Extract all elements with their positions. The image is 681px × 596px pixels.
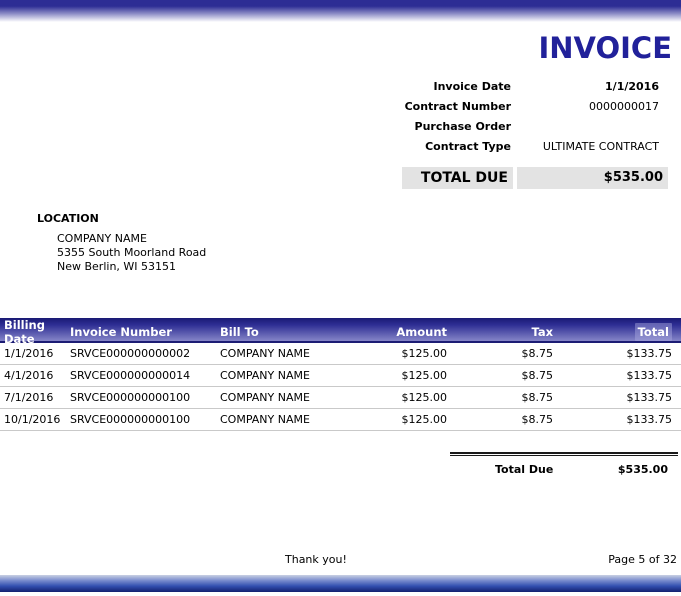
location-company: COMPANY NAME	[57, 232, 206, 246]
meta-row-invoice-date: Invoice Date 1/1/2016	[329, 76, 659, 96]
col-header-billing-date: Billing Date	[0, 318, 70, 346]
total-due-banner-label: TOTAL DUE	[402, 167, 513, 189]
cell-amount: $125.00	[336, 369, 447, 382]
cell-tax: $8.75	[447, 413, 553, 426]
cell-invoice-number: SRVCE000000000100	[70, 391, 220, 404]
cell-bill-to: COMPANY NAME	[220, 413, 336, 426]
cell-total: $133.75	[553, 391, 681, 404]
contract-type-value: ULTIMATE CONTRACT	[511, 140, 659, 153]
cell-total: $133.75	[553, 413, 681, 426]
col-header-invoice-number: Invoice Number	[70, 325, 220, 339]
contract-type-label: Contract Type	[329, 140, 511, 153]
summary-total-due-value: $535.00	[618, 463, 668, 476]
cell-invoice-number: SRVCE000000000100	[70, 413, 220, 426]
cell-amount: $125.00	[336, 347, 447, 360]
cell-tax: $8.75	[447, 347, 553, 360]
cell-amount: $125.00	[336, 391, 447, 404]
cell-invoice-number: SRVCE000000000014	[70, 369, 220, 382]
table-row: 7/1/2016 SRVCE000000000100 COMPANY NAME …	[0, 387, 681, 409]
summary-double-rule	[450, 452, 678, 456]
purchase-order-label: Purchase Order	[329, 120, 511, 133]
cell-billing-date: 10/1/2016	[0, 413, 70, 426]
col-header-amount: Amount	[336, 325, 447, 339]
table-row: 4/1/2016 SRVCE000000000014 COMPANY NAME …	[0, 365, 681, 387]
cell-total: $133.75	[553, 347, 681, 360]
cell-tax: $8.75	[447, 369, 553, 382]
contract-number-label: Contract Number	[329, 100, 511, 113]
table-row: 10/1/2016 SRVCE000000000100 COMPANY NAME…	[0, 409, 681, 431]
cell-bill-to: COMPANY NAME	[220, 347, 336, 360]
location-city-state-zip: New Berlin, WI 53151	[57, 260, 206, 274]
total-due-banner-value: $535.00	[517, 167, 668, 189]
billing-table: Billing Date Invoice Number Bill To Amou…	[0, 318, 681, 431]
cell-tax: $8.75	[447, 391, 553, 404]
location-street: 5355 South Moorland Road	[57, 246, 206, 260]
col-header-total: Total	[553, 323, 681, 341]
cell-total: $133.75	[553, 369, 681, 382]
col-header-bill-to: Bill To	[220, 325, 336, 339]
bottom-gradient-bar	[0, 575, 681, 592]
invoice-date-label: Invoice Date	[329, 80, 511, 93]
cell-invoice-number: SRVCE000000000002	[70, 347, 220, 360]
page-title: INVOICE	[538, 31, 672, 65]
meta-row-contract-type: Contract Type ULTIMATE CONTRACT	[329, 136, 659, 156]
cell-bill-to: COMPANY NAME	[220, 369, 336, 382]
location-address-block: COMPANY NAME 5355 South Moorland Road Ne…	[57, 232, 206, 274]
cell-amount: $125.00	[336, 413, 447, 426]
top-gradient-bar	[0, 0, 681, 22]
location-heading: LOCATION	[37, 212, 99, 225]
footer-page-number: Page 5 of 32	[608, 553, 677, 566]
col-header-tax: Tax	[447, 325, 553, 339]
summary-total-due-label: Total Due	[495, 463, 553, 476]
cell-billing-date: 7/1/2016	[0, 391, 70, 404]
cell-bill-to: COMPANY NAME	[220, 391, 336, 404]
table-row: 1/1/2016 SRVCE000000000002 COMPANY NAME …	[0, 343, 681, 365]
cell-billing-date: 1/1/2016	[0, 347, 70, 360]
meta-row-contract-number: Contract Number 0000000017	[329, 96, 659, 116]
meta-row-purchase-order: Purchase Order	[329, 116, 659, 136]
billing-table-header: Billing Date Invoice Number Bill To Amou…	[0, 318, 681, 343]
contract-number-value: 0000000017	[511, 100, 659, 113]
invoice-page: INVOICE Invoice Date 1/1/2016 Contract N…	[0, 0, 681, 596]
invoice-date-value: 1/1/2016	[511, 80, 659, 93]
cell-billing-date: 4/1/2016	[0, 369, 70, 382]
footer-thank-you: Thank you!	[285, 553, 347, 566]
invoice-meta: Invoice Date 1/1/2016 Contract Number 00…	[329, 76, 659, 156]
